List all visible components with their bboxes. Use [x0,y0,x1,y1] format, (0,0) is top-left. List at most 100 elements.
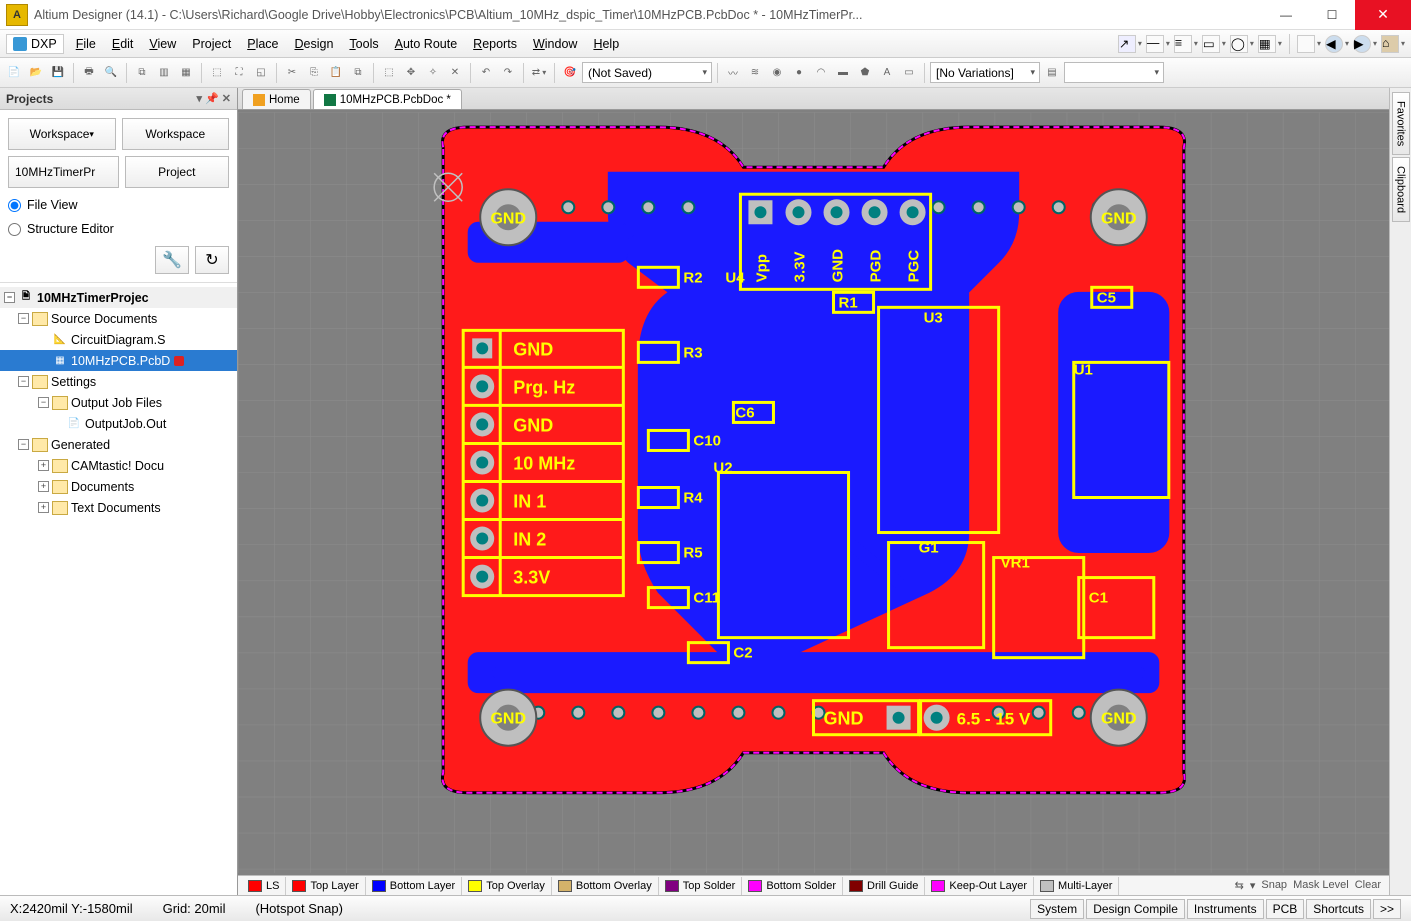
select-icon[interactable]: ⬚ [379,63,399,83]
sb-more[interactable]: >> [1373,899,1401,919]
clear-button[interactable]: Clear [1355,879,1381,892]
place-fill-icon[interactable]: ▬ [833,63,853,83]
move-icon[interactable]: ✥ [401,63,421,83]
unknown-combo[interactable] [1064,62,1164,83]
tool-via-dd[interactable]: ◯▾ [1230,35,1254,53]
pcb-canvas[interactable]: GND GND GND GND [238,110,1389,875]
file-view-radio[interactable]: File View [8,198,229,212]
paste-icon[interactable]: 📋 [326,63,346,83]
tree-settings[interactable]: −Settings [0,371,237,392]
preview-icon[interactable]: 🔍 [101,63,121,83]
menu-edit[interactable]: Edit [104,33,142,55]
tab-home[interactable]: Home [242,89,311,109]
dxp-menu[interactable]: DXP [6,34,64,54]
import-changes-icon[interactable]: ⇄▾ [529,63,549,83]
place-via-icon[interactable]: ◉ [767,63,787,83]
devices-icon[interactable]: ⧉ [132,63,152,83]
menu-place[interactable]: Place [239,33,286,55]
tool-nav-back[interactable]: ◀▾ [1325,35,1349,53]
menu-view[interactable]: View [141,33,184,55]
place-arc-icon[interactable]: ◠ [811,63,831,83]
panel-pin-icon[interactable]: 📌 [205,92,219,105]
menu-reports[interactable]: Reports [465,33,525,55]
tool-line-dd[interactable]: —▾ [1146,35,1170,53]
duplicate-icon[interactable]: ⧉ [348,63,368,83]
tool-arrow-dd-1[interactable]: ↗▾ [1118,35,1142,53]
tree-camtastic[interactable]: +CAMtastic! Docu [0,455,237,476]
layer-conf-icon[interactable]: ▾ [1250,879,1256,892]
tool-home[interactable]: ⌂▾ [1381,35,1405,53]
panel-close-icon[interactable]: ✕ [222,92,231,105]
copy-icon[interactable]: ⎘ [304,63,324,83]
project-name-field[interactable]: 10MHzTimerPr [8,156,119,188]
minimize-button[interactable]: — [1263,0,1309,30]
variations-combo[interactable]: [No Variations] [930,62,1040,83]
maximize-button[interactable]: ☐ [1309,0,1355,30]
sb-design-compile[interactable]: Design Compile [1086,899,1185,919]
cut-icon[interactable]: ✂ [282,63,302,83]
projects-panel-header[interactable]: Projects ▾ 📌 ✕ [0,88,237,110]
menu-tools[interactable]: Tools [341,33,386,55]
print-icon[interactable]: 🖶 [79,63,99,83]
tree-circuit-diagram[interactable]: 📐CircuitDiagram.S [0,329,237,350]
tool-nav-fwd[interactable]: ▶▾ [1353,35,1377,53]
layer-bottom-overlay[interactable]: Bottom Overlay [552,877,659,895]
vault-icon[interactable]: ▦ [176,63,196,83]
route-track-icon[interactable]: 〰 [723,63,743,83]
dock-clipboard[interactable]: Clipboard [1392,157,1410,222]
layer-top-solder[interactable]: Top Solder [659,877,743,895]
variant-view-icon[interactable]: ▤ [1042,63,1062,83]
layer-multi[interactable]: Multi-Layer [1034,877,1119,895]
sb-system[interactable]: System [1030,899,1084,919]
layer-drill-guide[interactable]: Drill Guide [843,877,925,895]
zoom-area-icon[interactable]: ⬚ [207,63,227,83]
menu-help[interactable]: Help [585,33,627,55]
explorer-icon[interactable]: ▥ [154,63,174,83]
tree-output-job-files[interactable]: −Output Job Files [0,392,237,413]
dock-favorites[interactable]: Favorites [1392,92,1410,155]
tool-comp-dd[interactable]: ▭▾ [1202,35,1226,53]
tree-root[interactable]: −🗎10MHzTimerProjec [0,287,237,308]
layer-bottom[interactable]: Bottom Layer [366,877,462,895]
sb-instruments[interactable]: Instruments [1187,899,1264,919]
menu-autoroute[interactable]: Auto Route [387,33,466,55]
sb-pcb[interactable]: PCB [1266,899,1305,919]
layer-top-overlay[interactable]: Top Overlay [462,877,552,895]
mask-level-button[interactable]: Mask Level [1293,879,1349,892]
redo-icon[interactable]: ↷ [498,63,518,83]
workspace-dropdown[interactable]: Workspace [8,118,116,150]
layer-scroll-icon[interactable]: ⇆ [1235,879,1244,892]
menu-design[interactable]: Design [287,33,342,55]
panel-menu-icon[interactable]: ▾ [197,92,203,105]
tree-source-documents[interactable]: −Source Documents [0,308,237,329]
compile-icon[interactable]: 🔧 [155,246,189,274]
cross-probe-icon[interactable]: 🎯 [560,63,580,83]
place-pad-icon[interactable]: ● [789,63,809,83]
layer-keepout[interactable]: Keep-Out Layer [925,877,1034,895]
snap-button[interactable]: Snap [1261,879,1287,892]
layer-set-button[interactable]: LS [242,877,286,895]
tool-grid-dd[interactable]: ▦▾ [1258,35,1282,53]
layer-top[interactable]: Top Layer [286,877,365,895]
place-component-icon[interactable]: ▭ [899,63,919,83]
tool-align-dd[interactable]: ≡▾ [1174,35,1198,53]
workspace-button[interactable]: Workspace [122,118,230,150]
menu-project[interactable]: Project [184,33,239,55]
tree-output-job[interactable]: 📄OutputJob.Out [0,413,237,434]
place-polygon-icon[interactable]: ⬟ [855,63,875,83]
tree-documents[interactable]: +Documents [0,476,237,497]
route-diff-icon[interactable]: ≋ [745,63,765,83]
project-tree[interactable]: −🗎10MHzTimerProjec −Source Documents 📐Ci… [0,283,237,895]
zoom-fit-icon[interactable]: ⛶ [229,63,249,83]
zoom-sel-icon[interactable]: ◱ [251,63,271,83]
project-button[interactable]: Project [125,156,230,188]
save-icon[interactable]: 💾 [48,63,68,83]
layer-bottom-solder[interactable]: Bottom Solder [742,877,843,895]
refresh-icon[interactable]: ↻ [195,246,229,274]
open-icon[interactable]: 📂 [26,63,46,83]
new-icon[interactable]: 📄 [4,63,24,83]
structure-editor-radio[interactable]: Structure Editor [8,222,229,236]
tree-pcb-doc[interactable]: ▦10MHzPCB.PcbD [0,350,237,371]
tab-pcb-doc[interactable]: 10MHzPCB.PcbDoc * [313,89,462,109]
deselect-icon[interactable]: ✧ [423,63,443,83]
